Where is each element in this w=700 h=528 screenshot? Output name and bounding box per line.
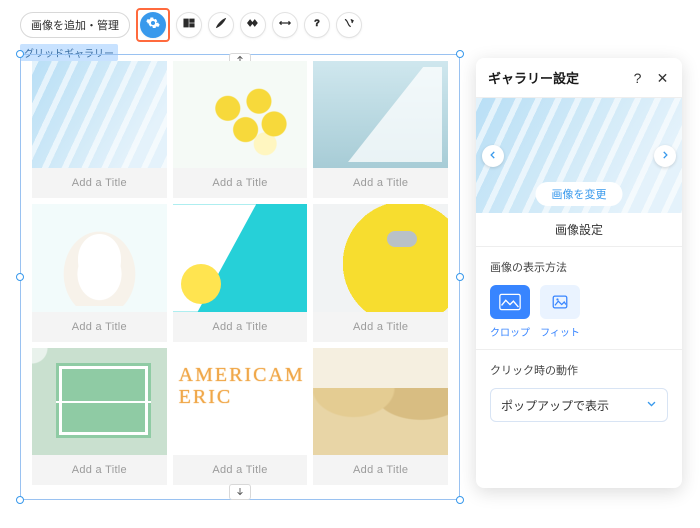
stretch-handle-icon bbox=[234, 483, 246, 501]
close-icon: ✕ bbox=[657, 70, 669, 86]
next-image-button[interactable] bbox=[654, 145, 676, 167]
panel-subhead: 画像設定 bbox=[476, 213, 682, 247]
svg-text:?: ? bbox=[314, 17, 320, 27]
design-button[interactable] bbox=[208, 12, 234, 38]
click-action-section: クリック時の動作 ポップアップで表示 bbox=[476, 350, 682, 432]
help-icon: ? bbox=[310, 16, 324, 35]
display-method-label: 画像の表示方法 bbox=[490, 259, 668, 275]
display-method-section: 画像の表示方法 クロップ フィット bbox=[476, 247, 682, 350]
gallery-thumb bbox=[313, 61, 448, 168]
panel-help-button[interactable]: ? bbox=[630, 71, 645, 85]
resize-handle[interactable] bbox=[456, 496, 464, 504]
gallery-item[interactable]: Add a Title bbox=[173, 348, 308, 485]
gallery-thumb bbox=[173, 61, 308, 168]
resize-handle[interactable] bbox=[456, 50, 464, 58]
stretch-handle-bottom[interactable] bbox=[229, 484, 251, 500]
panel-header-actions: ? ✕ bbox=[630, 71, 670, 85]
gallery-settings-panel: ギャラリー設定 ? ✕ 画像を変更 画像設定 画像の表示方法 クロップ フィット bbox=[476, 58, 682, 488]
display-option-crop[interactable]: クロップ bbox=[490, 285, 530, 339]
click-action-select[interactable]: ポップアップで表示 bbox=[490, 388, 668, 422]
editor-toolbar: 画像を追加・管理 ? bbox=[20, 8, 362, 42]
animation-icon bbox=[246, 16, 260, 35]
gallery-caption: Add a Title bbox=[173, 455, 308, 485]
gallery-item[interactable]: Add a Title bbox=[313, 61, 448, 198]
layout-button[interactable] bbox=[176, 12, 202, 38]
gallery-item[interactable]: Add a Title bbox=[313, 204, 448, 341]
gallery-caption: Add a Title bbox=[173, 312, 308, 342]
fit-icon bbox=[540, 285, 580, 319]
chevron-down-icon bbox=[646, 398, 657, 412]
stretch-icon bbox=[278, 16, 292, 35]
connect-icon bbox=[342, 16, 356, 35]
resize-handle[interactable] bbox=[16, 50, 24, 58]
gallery-caption: Add a Title bbox=[313, 455, 448, 485]
gallery-thumb bbox=[173, 348, 308, 455]
gallery-thumb bbox=[32, 61, 167, 168]
change-image-button[interactable]: 画像を変更 bbox=[536, 182, 623, 206]
gallery-item[interactable]: Add a Title bbox=[32, 204, 167, 341]
gallery-item[interactable]: Add a Title bbox=[313, 348, 448, 485]
gallery-thumb bbox=[173, 204, 308, 311]
add-manage-images-button[interactable]: 画像を追加・管理 bbox=[20, 12, 130, 38]
click-action-label: クリック時の動作 bbox=[490, 362, 668, 378]
chevron-left-icon bbox=[488, 147, 498, 165]
gallery-grid: Add a Title Add a Title Add a Title Add … bbox=[32, 61, 448, 485]
chevron-right-icon bbox=[660, 147, 670, 165]
image-preview: 画像を変更 bbox=[476, 98, 682, 213]
settings-button-highlight bbox=[136, 8, 170, 42]
settings-button[interactable] bbox=[140, 12, 166, 38]
gallery-caption: Add a Title bbox=[313, 312, 448, 342]
gallery-item[interactable]: Add a Title bbox=[32, 348, 167, 485]
layout-icon bbox=[182, 16, 196, 35]
panel-title: ギャラリー設定 bbox=[488, 68, 579, 87]
prev-image-button[interactable] bbox=[482, 145, 504, 167]
gallery-caption: Add a Title bbox=[32, 168, 167, 198]
gallery-thumb bbox=[313, 204, 448, 311]
gallery-item[interactable]: Add a Title bbox=[173, 61, 308, 198]
crop-label: クロップ bbox=[490, 324, 530, 339]
resize-handle[interactable] bbox=[456, 273, 464, 281]
click-action-value: ポップアップで表示 bbox=[501, 397, 609, 414]
gallery-item[interactable]: Add a Title bbox=[32, 61, 167, 198]
brush-icon bbox=[214, 16, 228, 35]
more-button[interactable] bbox=[336, 12, 362, 38]
gallery-item[interactable]: Add a Title bbox=[173, 204, 308, 341]
panel-header: ギャラリー設定 ? ✕ bbox=[476, 58, 682, 98]
panel-close-button[interactable]: ✕ bbox=[655, 71, 670, 85]
crop-icon bbox=[490, 285, 530, 319]
gallery-caption: Add a Title bbox=[173, 168, 308, 198]
resize-handle[interactable] bbox=[16, 496, 24, 504]
help-button[interactable]: ? bbox=[304, 12, 330, 38]
gear-icon bbox=[146, 16, 160, 35]
stretch-button[interactable] bbox=[272, 12, 298, 38]
fit-label: フィット bbox=[540, 324, 580, 339]
help-icon: ? bbox=[634, 70, 642, 86]
gallery-selection[interactable]: Add a Title Add a Title Add a Title Add … bbox=[20, 54, 460, 500]
animation-button[interactable] bbox=[240, 12, 266, 38]
gallery-caption: Add a Title bbox=[313, 168, 448, 198]
resize-handle[interactable] bbox=[16, 273, 24, 281]
gallery-thumb bbox=[313, 348, 448, 455]
gallery-thumb bbox=[32, 204, 167, 311]
gallery-thumb bbox=[32, 348, 167, 455]
display-option-fit[interactable]: フィット bbox=[540, 285, 580, 339]
gallery-caption: Add a Title bbox=[32, 312, 167, 342]
gallery-caption: Add a Title bbox=[32, 455, 167, 485]
